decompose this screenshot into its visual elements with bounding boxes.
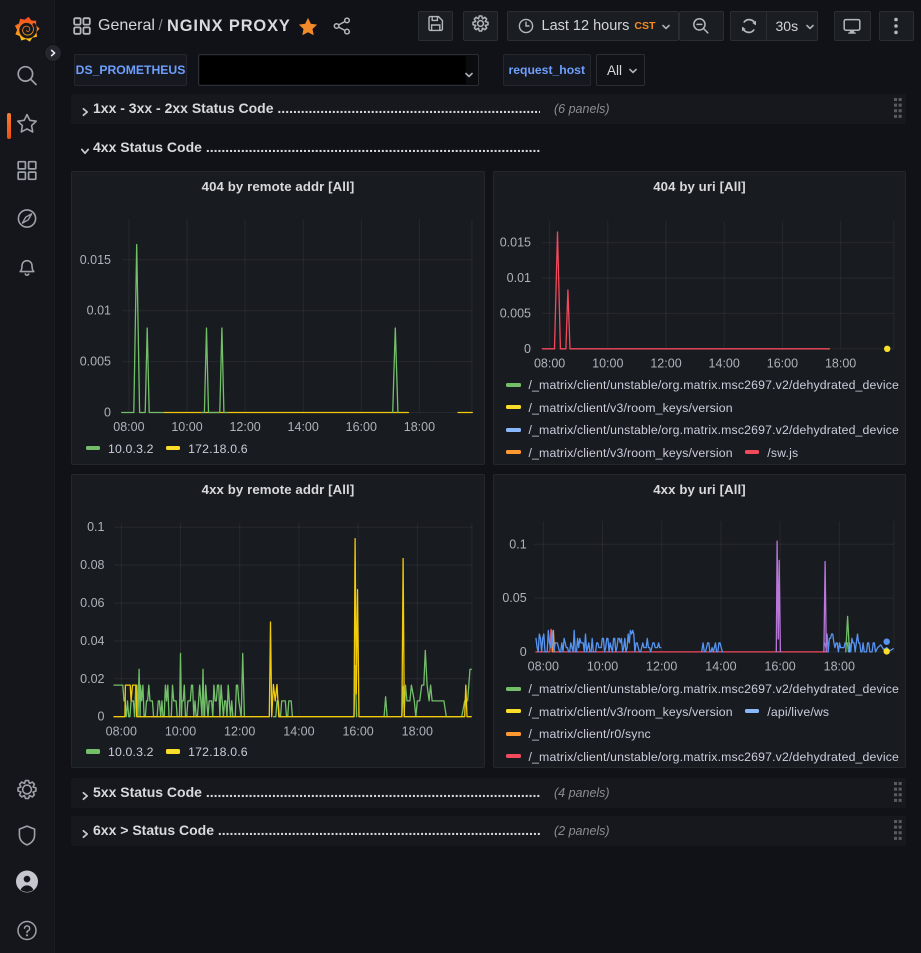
svg-text:16:00: 16:00 (767, 357, 798, 371)
svg-text:0: 0 (104, 406, 111, 420)
svg-text:10:00: 10:00 (165, 724, 196, 738)
svg-text:12:00: 12:00 (229, 420, 260, 434)
svg-text:0.01: 0.01 (87, 304, 111, 318)
svg-text:18:00: 18:00 (404, 420, 435, 434)
svg-text:18:00: 18:00 (825, 357, 856, 371)
svg-text:0: 0 (98, 710, 105, 724)
svg-text:14:00: 14:00 (288, 420, 319, 434)
svg-text:0.005: 0.005 (500, 306, 531, 320)
svg-text:10:00: 10:00 (592, 357, 623, 371)
svg-text:0.005: 0.005 (80, 355, 111, 369)
svg-text:0.01: 0.01 (507, 271, 531, 285)
svg-text:0.08: 0.08 (80, 558, 104, 572)
svg-text:0.02: 0.02 (80, 672, 104, 686)
svg-text:10:00: 10:00 (587, 659, 618, 673)
svg-text:0.015: 0.015 (80, 253, 111, 267)
svg-text:0: 0 (524, 342, 531, 356)
svg-text:08:00: 08:00 (106, 724, 137, 738)
svg-text:0.05: 0.05 (502, 591, 526, 605)
svg-text:18:00: 18:00 (402, 724, 433, 738)
svg-text:14:00: 14:00 (283, 724, 314, 738)
svg-text:12:00: 12:00 (224, 724, 255, 738)
svg-text:08:00: 08:00 (113, 420, 144, 434)
svg-text:0.1: 0.1 (87, 520, 104, 534)
svg-text:0.06: 0.06 (80, 596, 104, 610)
svg-text:0: 0 (520, 645, 527, 659)
svg-text:16:00: 16:00 (764, 659, 795, 673)
svg-text:14:00: 14:00 (709, 357, 740, 371)
svg-text:08:00: 08:00 (534, 357, 565, 371)
svg-text:08:00: 08:00 (528, 659, 559, 673)
svg-text:0.1: 0.1 (509, 537, 526, 551)
svg-text:16:00: 16:00 (346, 420, 377, 434)
svg-text:14:00: 14:00 (705, 659, 736, 673)
svg-text:16:00: 16:00 (342, 724, 373, 738)
svg-text:0.04: 0.04 (80, 634, 104, 648)
svg-text:0.015: 0.015 (500, 236, 531, 250)
svg-text:12:00: 12:00 (646, 659, 677, 673)
svg-text:18:00: 18:00 (824, 659, 855, 673)
svg-text:10:00: 10:00 (171, 420, 202, 434)
svg-text:12:00: 12:00 (650, 357, 681, 371)
